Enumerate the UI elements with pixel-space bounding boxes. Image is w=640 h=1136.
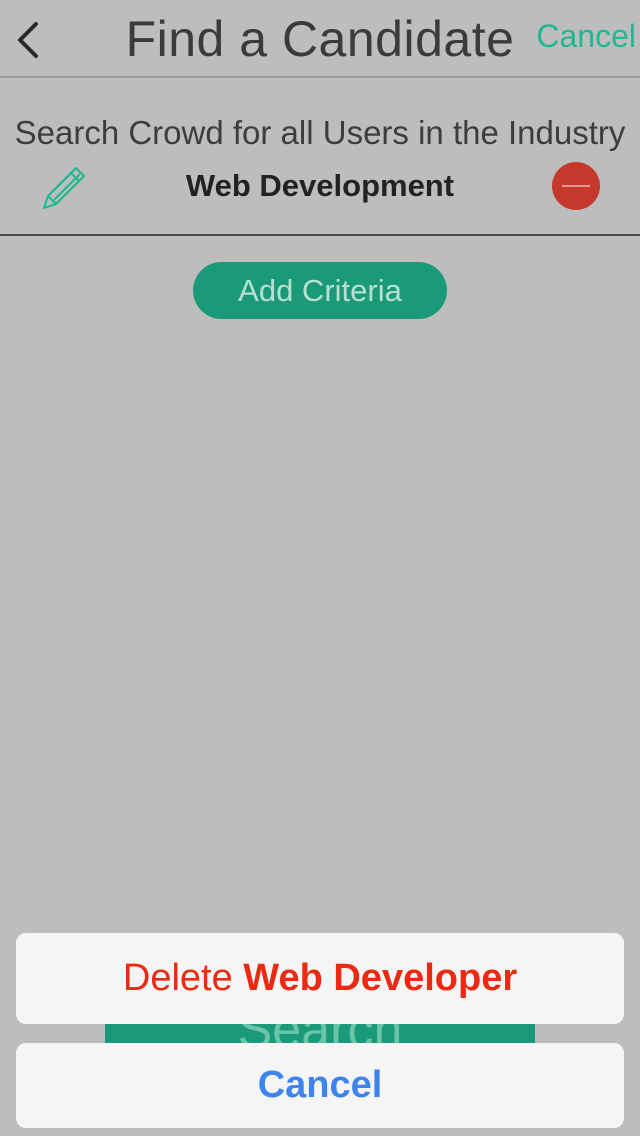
- criteria-label: Search Crowd for all Users in the Indust…: [14, 114, 626, 151]
- delete-action-button[interactable]: Delete Web Developer: [16, 933, 624, 1024]
- back-chevron-icon[interactable]: [14, 18, 44, 62]
- remove-criteria-icon[interactable]: [552, 162, 600, 210]
- action-sheet-cancel-button[interactable]: Cancel: [16, 1043, 624, 1128]
- pencil-icon[interactable]: [40, 162, 90, 212]
- criteria-row: Search Crowd for all Users in the Indust…: [0, 78, 640, 236]
- page-title: Find a Candidate: [125, 11, 515, 67]
- delete-prefix: Delete: [122, 957, 233, 999]
- delete-target-name: Web Developer: [243, 957, 518, 999]
- criteria-value: Web Development: [185, 168, 455, 203]
- add-criteria-button[interactable]: Add Criteria: [193, 262, 447, 319]
- nav-bar: Find a Candidate Cancel: [0, 0, 640, 78]
- nav-cancel-button[interactable]: Cancel: [536, 18, 636, 55]
